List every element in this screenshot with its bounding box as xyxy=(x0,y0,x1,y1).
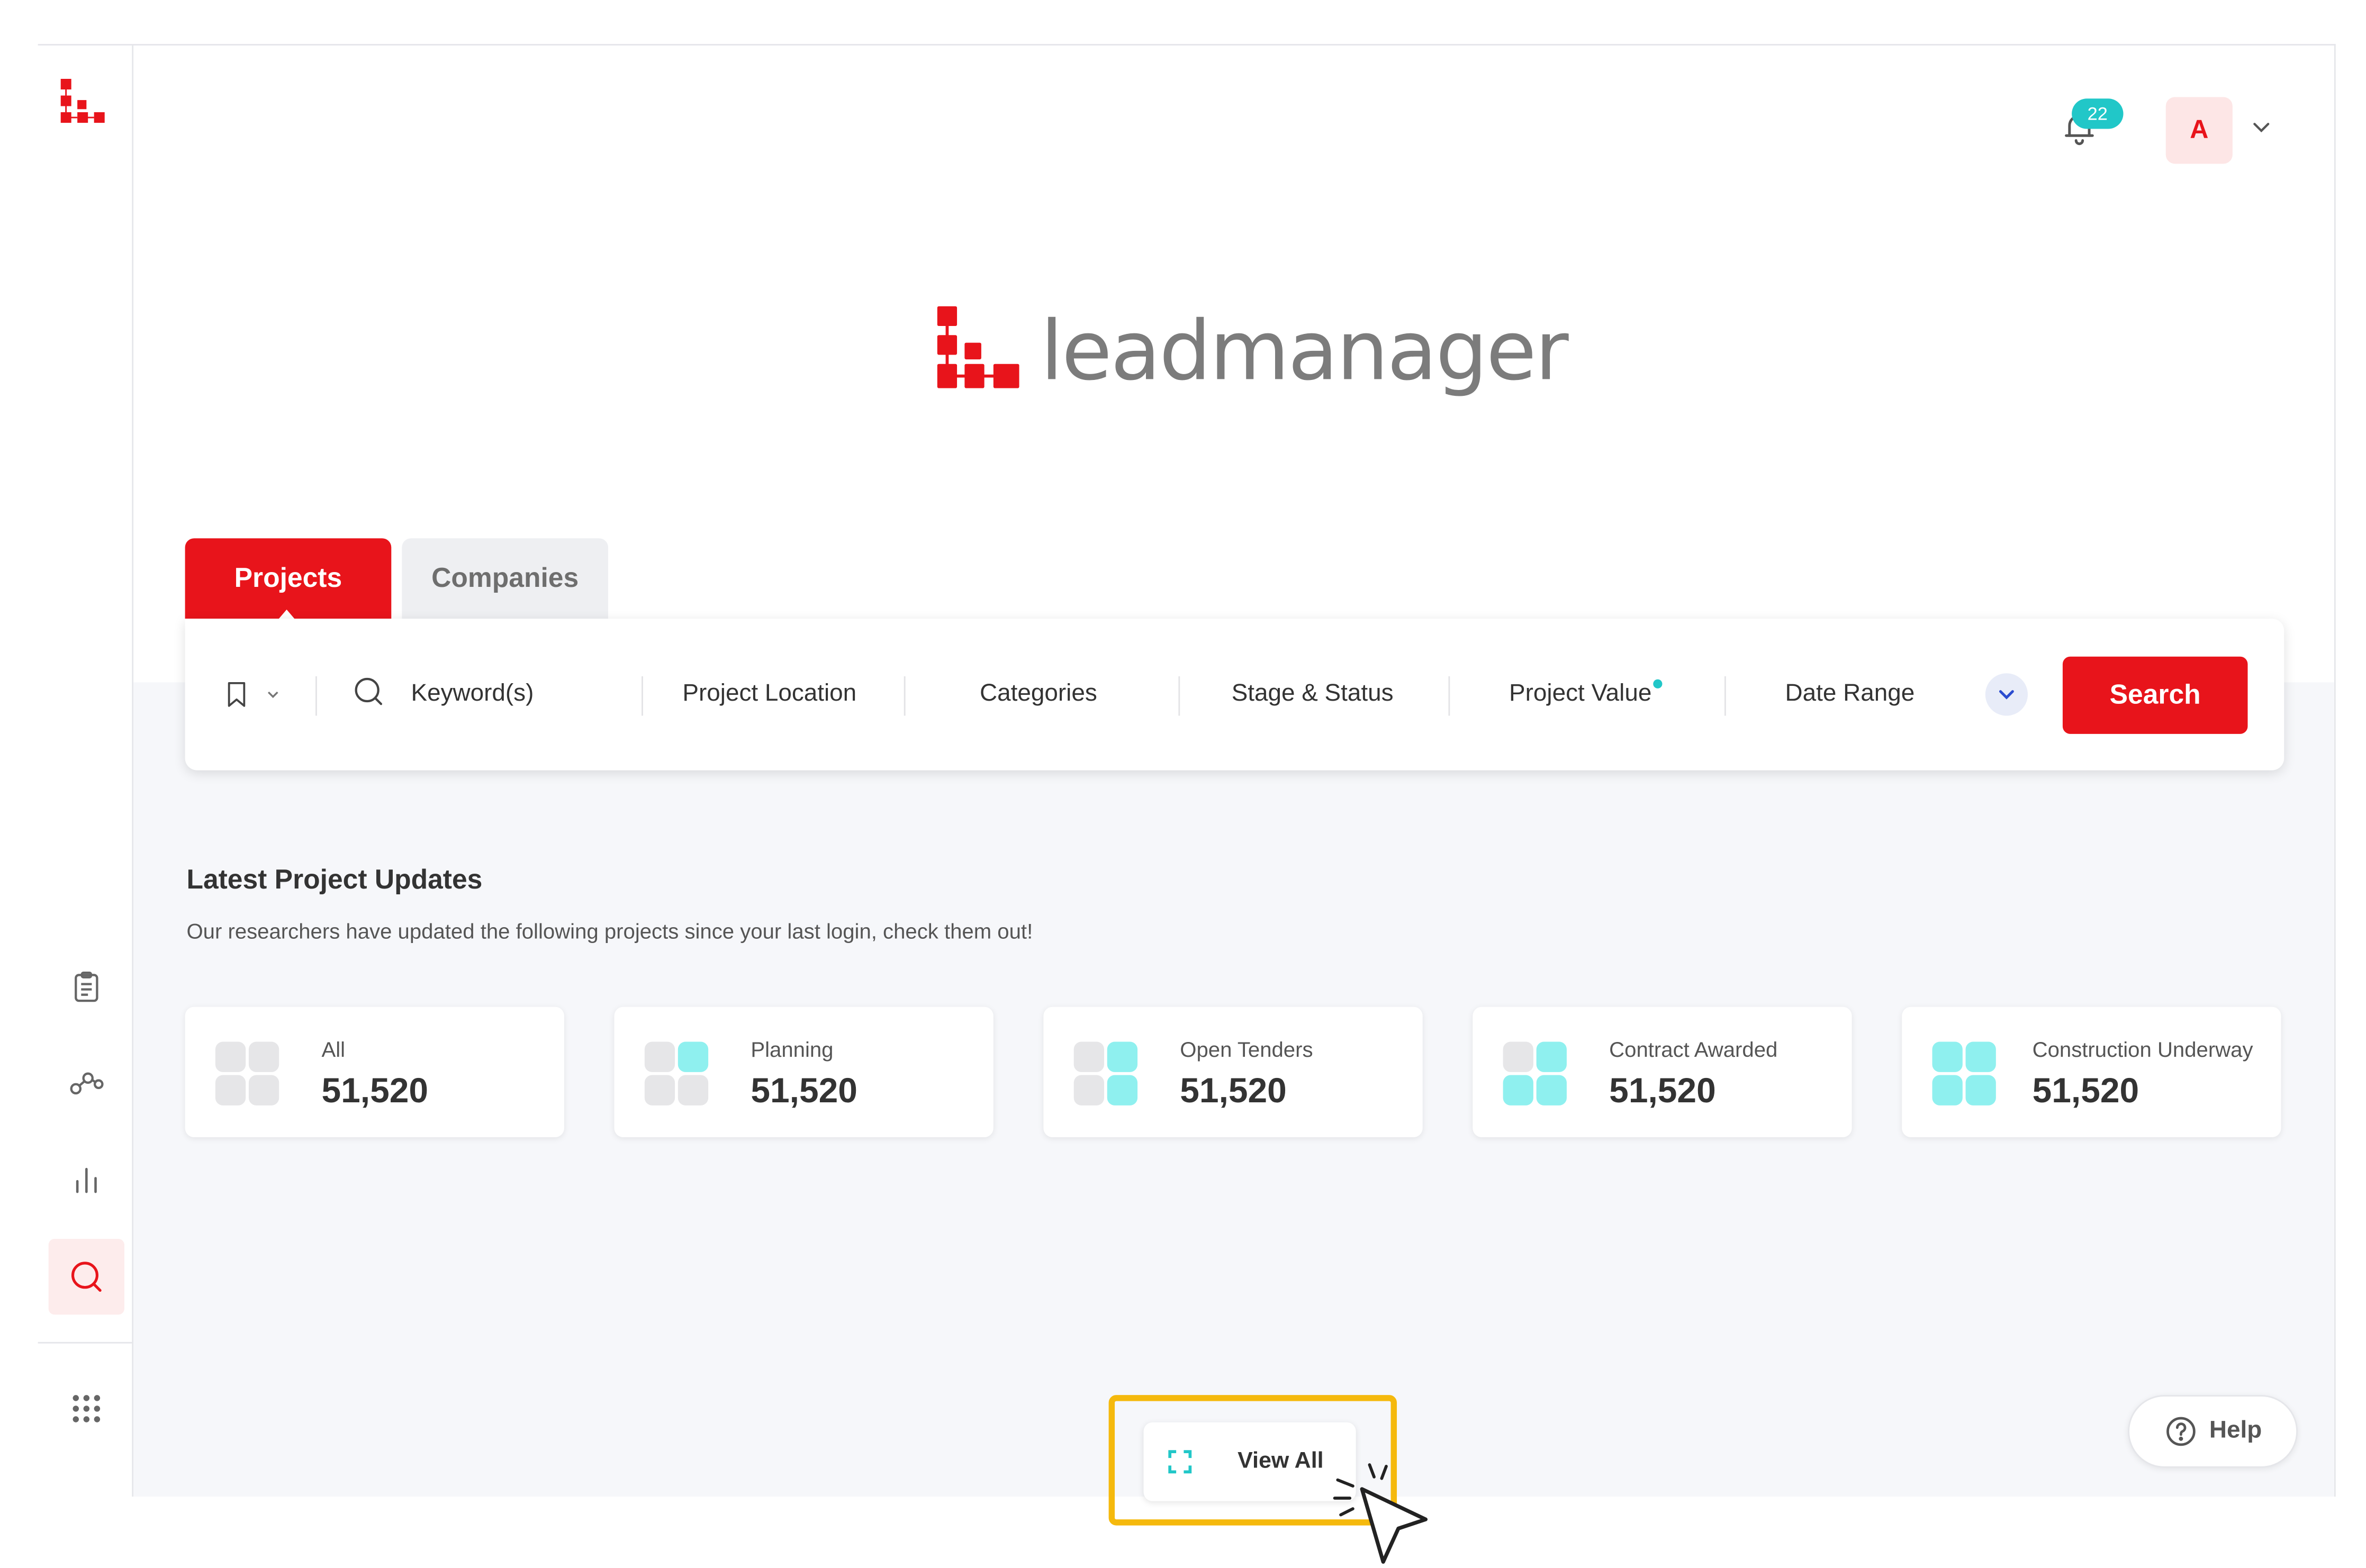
stage-grid-icon xyxy=(1503,1041,1570,1109)
chevron-down-icon[interactable] xyxy=(2247,114,2275,141)
question-circle-icon xyxy=(2166,1417,2195,1446)
filter-date-range[interactable]: Date Range xyxy=(1785,619,1915,771)
avatar[interactable]: A xyxy=(2165,97,2233,164)
sidebar-divider xyxy=(38,1342,132,1344)
apps-grid-icon xyxy=(73,1395,101,1422)
leadmanager-logo-icon xyxy=(937,306,1019,388)
sidebar-item-connections[interactable] xyxy=(49,1045,124,1120)
separator xyxy=(315,676,317,716)
update-card-planning[interactable]: Planning 51,520 xyxy=(614,1007,994,1138)
search-icon xyxy=(355,677,383,705)
app-logo-icon[interactable] xyxy=(60,78,110,124)
help-button[interactable]: Help xyxy=(2128,1395,2298,1468)
stage-grid-icon xyxy=(644,1041,711,1109)
chevron-down-icon xyxy=(267,691,278,699)
search-button[interactable]: Search xyxy=(2062,656,2248,734)
card-label: Open Tenders xyxy=(1180,1037,1313,1062)
filter-project-value[interactable]: Project Value xyxy=(1509,619,1663,771)
bookmark-icon xyxy=(228,682,246,707)
update-card-contract-awarded[interactable]: Contract Awarded 51,520 xyxy=(1473,1007,1852,1138)
stage-grid-icon xyxy=(215,1041,282,1109)
card-value: 51,520 xyxy=(321,1070,429,1110)
card-value: 51,520 xyxy=(1180,1070,1287,1110)
cursor-click-icon xyxy=(1333,1463,1428,1564)
active-filter-dot xyxy=(1653,679,1663,688)
search-icon xyxy=(71,1262,102,1292)
section-title: Latest Project Updates xyxy=(186,864,483,895)
stage-grid-icon xyxy=(1932,1041,1999,1109)
sidebar-item-apps[interactable] xyxy=(49,1371,124,1446)
update-card-construction-underway[interactable]: Construction Underway 51,520 xyxy=(1902,1007,2281,1138)
filter-stage-status[interactable]: Stage & Status xyxy=(1232,619,1394,771)
filter-project-value-label: Project Value xyxy=(1509,681,1652,707)
card-label: Planning xyxy=(751,1037,834,1062)
section-subtitle: Our researchers have updated the followi… xyxy=(186,919,1033,944)
connections-icon xyxy=(70,1072,104,1095)
app-window: 22 A leadmanager Projects Companies Keyw… xyxy=(0,0,2366,1564)
tab-projects[interactable]: Projects xyxy=(185,538,392,620)
card-label: Construction Underway xyxy=(2032,1037,2253,1062)
chevron-down-icon xyxy=(1999,690,2014,700)
separator xyxy=(1724,676,1726,716)
separator xyxy=(1178,676,1180,716)
more-filters-button[interactable] xyxy=(1985,673,2028,716)
saved-searches-dropdown[interactable] xyxy=(221,619,282,771)
filter-project-location[interactable]: Project Location xyxy=(682,619,856,771)
clipboard-icon xyxy=(75,971,98,1002)
bar-chart-icon xyxy=(76,1167,97,1193)
update-card-all[interactable]: All 51,520 xyxy=(185,1007,564,1138)
sidebar xyxy=(38,45,134,1497)
separator xyxy=(904,676,906,716)
tab-companies[interactable]: Companies xyxy=(402,538,609,619)
help-label: Help xyxy=(2209,1418,2262,1444)
keyword-input[interactable]: Keyword(s) xyxy=(411,619,534,771)
brand-logo: leadmanager xyxy=(934,303,1571,424)
notification-badge[interactable]: 22 xyxy=(2072,98,2124,129)
filter-categories[interactable]: Categories xyxy=(980,619,1097,771)
card-value: 51,520 xyxy=(1609,1070,1716,1110)
separator xyxy=(1448,676,1450,716)
card-value: 51,520 xyxy=(751,1070,857,1110)
card-value: 51,520 xyxy=(2032,1070,2139,1110)
card-label: All xyxy=(321,1037,346,1062)
stage-grid-icon xyxy=(1073,1041,1141,1109)
frame-border-right xyxy=(2334,44,2336,1497)
separator xyxy=(642,676,643,716)
update-card-open-tenders[interactable]: Open Tenders 51,520 xyxy=(1043,1007,1423,1138)
card-label: Contract Awarded xyxy=(1609,1037,1778,1062)
sidebar-item-analytics[interactable] xyxy=(49,1142,124,1218)
search-bar: Keyword(s) Project Location Categories S… xyxy=(185,619,2284,771)
sidebar-item-reports[interactable] xyxy=(49,949,124,1025)
main-content: 22 A leadmanager Projects Companies Keyw… xyxy=(133,45,2334,1501)
brand-wordmark: leadmanager xyxy=(1040,303,1569,399)
sidebar-item-search[interactable] xyxy=(48,1239,124,1315)
